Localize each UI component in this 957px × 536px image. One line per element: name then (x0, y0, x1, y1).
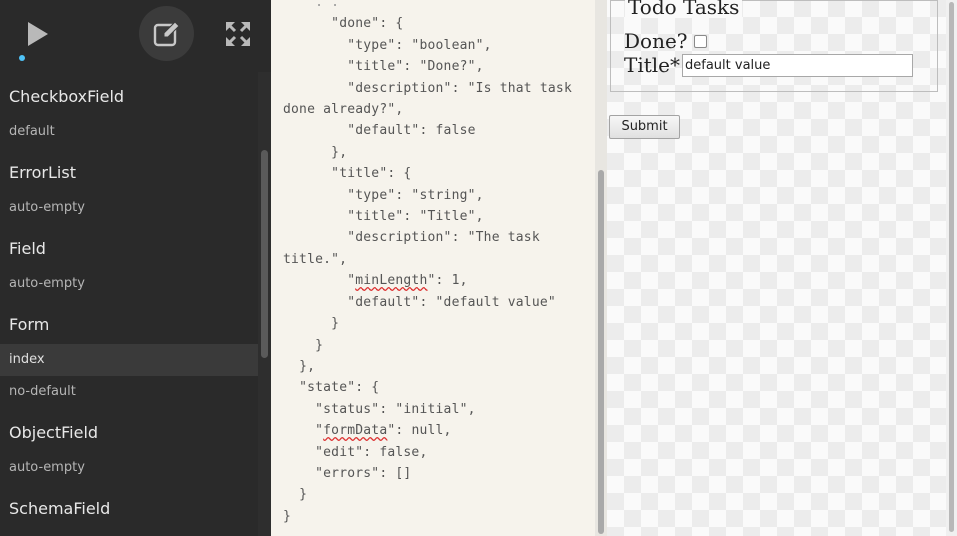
edit-button[interactable] (139, 6, 194, 61)
code-line: "status": "initial", (283, 401, 476, 417)
code-line: "formData": null, (283, 423, 452, 439)
component-errorlist[interactable]: ErrorList (0, 148, 258, 192)
component-checkboxfield[interactable]: CheckboxField (0, 72, 258, 116)
title-field: Title* default value (624, 53, 914, 77)
code-line: "description": "The task title.", (283, 230, 548, 267)
form-fieldset: Todo Tasks Done? Title* default value (610, 0, 938, 92)
code-line: "title": "Done?", (283, 59, 484, 75)
variant-index[interactable]: index (0, 344, 258, 376)
code-line: "title": { (283, 166, 412, 182)
code-line: } (283, 337, 324, 353)
variant-auto-empty[interactable]: auto-empty (0, 268, 258, 300)
toolbar (0, 0, 271, 72)
sidebar-scrollbar-thumb[interactable] (261, 150, 268, 358)
preview-scrollbar[interactable] (946, 0, 957, 536)
code-line: } (283, 508, 292, 524)
component-schemafield[interactable]: SchemaField (0, 484, 258, 528)
sidebar: CheckboxField default ErrorList auto-emp… (0, 0, 271, 536)
variant-auto-empty[interactable]: auto-empty (0, 192, 258, 224)
done-label: Done? (624, 29, 688, 53)
code-line: }, (283, 358, 316, 374)
done-checkbox[interactable] (693, 34, 707, 48)
preview-pane: Todo Tasks Done? Title* default value Su… (607, 0, 946, 536)
code-text[interactable]: . . ' "done": { "type": "boolean", "titl… (283, 0, 583, 527)
code-line: "default": "default value" (283, 294, 556, 310)
active-indicator-dot (19, 55, 25, 61)
code-line: "title": "Title", (283, 209, 484, 225)
component-objectfield[interactable]: ObjectField (0, 408, 258, 452)
component-field[interactable]: Field (0, 224, 258, 268)
code-line: } (283, 487, 308, 503)
fullscreen-button[interactable] (204, 0, 271, 68)
code-line: "edit": false, (283, 444, 428, 460)
variant-default[interactable]: default (0, 116, 258, 148)
editor-scrollbar-thumb[interactable] (598, 170, 604, 534)
code-line: "state": { (283, 380, 380, 396)
component-form[interactable]: Form (0, 300, 258, 344)
code-line: } (283, 316, 340, 332)
title-label: Title* (624, 53, 681, 77)
expand-icon (226, 22, 250, 46)
play-button[interactable] (4, 0, 72, 68)
code-line: "default": false (283, 123, 476, 139)
title-input[interactable]: default value (682, 53, 914, 77)
variant-auto-empty[interactable]: auto-empty (0, 452, 258, 484)
code-editor[interactable]: . . ' "done": { "type": "boolean", "titl… (271, 0, 595, 536)
sidebar-scrollbar[interactable] (258, 72, 271, 536)
code-line: "description": "Is that task done alread… (283, 80, 580, 118)
form-legend: Todo Tasks (625, 0, 743, 18)
submit-button[interactable]: Submit (609, 115, 680, 139)
preview-scrollbar-thumb[interactable] (949, 2, 954, 532)
component-list: CheckboxField default ErrorList auto-emp… (0, 72, 258, 536)
code-line: "type": "boolean", (283, 37, 492, 53)
play-icon (28, 22, 48, 46)
edit-icon (153, 20, 180, 46)
code-line: "type": "string", (283, 187, 484, 203)
variant-no-default[interactable]: no-default (0, 376, 258, 408)
code-line: "errors": [] (283, 465, 412, 481)
code-line: "minLength": 1, (283, 273, 468, 289)
done-field: Done? (624, 29, 707, 53)
code-line: }, (283, 144, 348, 160)
code-line: "done": { (283, 16, 404, 32)
editor-scrollbar[interactable] (595, 0, 607, 536)
